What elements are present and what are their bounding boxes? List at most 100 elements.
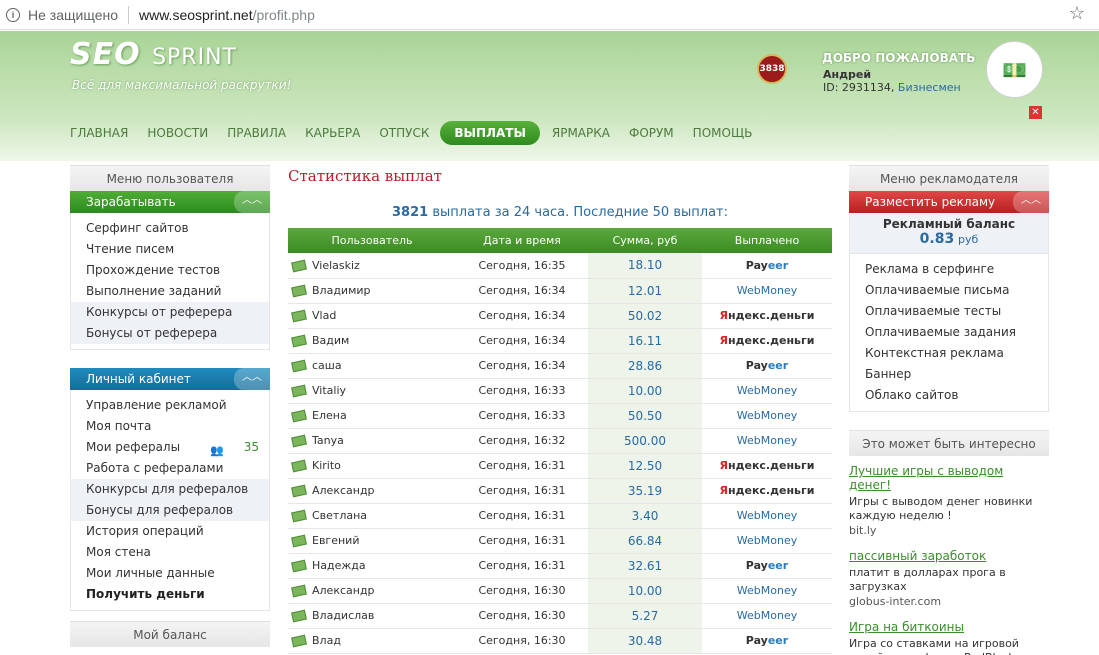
menu-item-my-mail[interactable]: Моя почта	[71, 416, 269, 437]
nav-forum[interactable]: ФОРУМ	[629, 126, 674, 140]
menu-item-referral-contests[interactable]: Конкурсы для рефералов	[71, 479, 269, 500]
cell-user: саша	[288, 353, 456, 379]
url-path[interactable]: /profit.php	[253, 7, 315, 23]
menu-item-wall[interactable]: Моя стена	[71, 542, 269, 563]
chevron-up-icon[interactable]: ︿︿	[234, 191, 270, 213]
menu-item-get-money[interactable]: Получить деньги	[71, 584, 269, 605]
close-icon[interactable]: ✕	[1029, 106, 1042, 119]
cell-sum: 28.86	[588, 353, 702, 379]
main-nav: ГЛАВНАЯ НОВОСТИ ПРАВИЛА КАРЬЕРА ОТПУСК В…	[70, 121, 771, 145]
table-row: Вадим Сегодня, 16:34 16.11 Яндекс.деньги	[288, 328, 832, 354]
ad-title-link[interactable]: Игра на биткоины	[849, 620, 1049, 634]
user-name: Вадим	[312, 334, 350, 347]
cell-sum: 35.19	[588, 478, 702, 504]
payout-count: 3821	[392, 205, 429, 220]
cell-paid: WebMoney	[702, 578, 832, 604]
table-row: Светлана Сегодня, 16:31 3.40 WebMoney	[288, 503, 832, 529]
ad-title-link[interactable]: пассивный заработок	[849, 549, 1049, 563]
chevron-up-icon[interactable]: ︿︿	[234, 368, 270, 390]
payeer-logo: Payeer	[745, 258, 789, 272]
menu-item-paid-tasks[interactable]: Оплачиваемые задания	[850, 322, 1048, 343]
cabinet-section-header[interactable]: Личный кабинет ︿︿	[70, 368, 270, 390]
menu-item-referrer-contests[interactable]: Конкурсы от реферера	[71, 302, 269, 323]
menu-item-personal-data[interactable]: Мои личные данные	[71, 563, 269, 584]
money-icon	[291, 409, 307, 423]
welcome-text: ДОБРО ПОЖАЛОВАТЬ	[822, 51, 976, 65]
cell-sum: 10.00	[588, 578, 702, 604]
nav-rules[interactable]: ПРАВИЛА	[227, 126, 286, 140]
cell-date: Сегодня, 16:32	[456, 428, 588, 454]
menu-item-paid-mail[interactable]: Оплачиваемые письма	[850, 280, 1048, 301]
cell-user: Вадим	[288, 328, 456, 354]
menu-item-history[interactable]: История операций	[71, 521, 269, 542]
table-row: Владимир Сегодня, 16:34 12.01 WebMoney	[288, 278, 832, 304]
earn-section-header[interactable]: Зарабатывать ︿︿	[70, 191, 270, 213]
menu-item-surfing[interactable]: Серфинг сайтов	[71, 218, 269, 239]
page-title: Статистика выплат	[288, 167, 442, 185]
user-menu-title: Меню пользователя	[70, 165, 270, 191]
menu-item-site-cloud[interactable]: Облако сайтов	[850, 385, 1048, 406]
ad-title-link[interactable]: Лучшие игры с выводом денег!	[849, 464, 1049, 492]
ad-balance-unit: руб	[958, 233, 979, 246]
nav-payouts[interactable]: ВЫПЛАТЫ	[440, 121, 540, 145]
cell-user: Светлана	[288, 503, 456, 529]
cell-user: Александр	[288, 478, 456, 504]
nav-vacation[interactable]: ОТПУСК	[379, 126, 429, 140]
cell-user: Tanya	[288, 428, 456, 454]
info-icon[interactable]: i	[6, 7, 20, 22]
user-name: Vlad	[312, 309, 337, 322]
chevron-up-icon[interactable]: ︿︿	[1013, 191, 1049, 213]
ad-description: Игры с выводом денег новинки каждую неде…	[849, 495, 1033, 522]
cell-date: Сегодня, 16:31	[456, 553, 588, 579]
cell-user: Vlad	[288, 303, 456, 329]
menu-item-mail[interactable]: Чтение писем	[71, 239, 269, 260]
nav-news[interactable]: НОВОСТИ	[147, 126, 208, 140]
bookmark-star-icon[interactable]: ☆	[1069, 3, 1085, 24]
browser-address-bar[interactable]: i Не защищено www.seosprint.net/profit.p…	[0, 0, 1099, 30]
yandex-money-logo: Яндекс.деньги	[719, 459, 815, 472]
place-ad-header[interactable]: Разместить рекламу ︿︿	[849, 191, 1049, 213]
menu-item-referral-work[interactable]: Работа с рефералами	[71, 458, 269, 479]
table-row: саша Сегодня, 16:34 28.86 Payeer	[288, 353, 832, 379]
menu-item-ad-management[interactable]: Управление рекламой	[71, 395, 269, 416]
url-host[interactable]: www.seosprint.net	[139, 7, 253, 23]
left-sidebar: Меню пользователя Зарабатывать ︿︿ Серфинг…	[70, 165, 270, 647]
earn-menu: Серфинг сайтов Чтение писем Прохождение …	[70, 213, 270, 350]
site-logo[interactable]: SEO SPRINT	[70, 37, 237, 72]
webmoney-logo: WebMoney	[736, 509, 798, 522]
adv-menu: Реклама в серфинге Оплачиваемые письма О…	[849, 254, 1049, 412]
ad-block: пассивный заработок платит в долларах пр…	[849, 549, 1049, 608]
menu-item-banner[interactable]: Баннер	[850, 364, 1048, 385]
avatar[interactable]: 💵	[986, 41, 1043, 98]
column-header-paid: Выплачено	[702, 228, 832, 253]
menu-item-my-referrals[interactable]: Мои рефералы 👥 35	[71, 437, 269, 458]
menu-item-referral-bonuses[interactable]: Бонусы для рефералов	[71, 500, 269, 521]
payouts-table: Пользователь Дата и время Сумма, руб Вып…	[288, 228, 832, 654]
user-name: Александр	[312, 484, 375, 497]
cell-date: Сегодня, 16:30	[456, 603, 588, 629]
user-status-link[interactable]: Бизнесмен	[898, 81, 961, 94]
menu-item-tasks[interactable]: Выполнение заданий	[71, 281, 269, 302]
cell-paid: WebMoney	[702, 428, 832, 454]
menu-item-tests[interactable]: Прохождение тестов	[71, 260, 269, 281]
ad-description: платит в долларах прога в загрузках	[849, 566, 1006, 593]
nav-home[interactable]: ГЛАВНАЯ	[70, 126, 128, 140]
menu-item-context-ads[interactable]: Контекстная реклама	[850, 343, 1048, 364]
nav-career[interactable]: КАРЬЕРА	[305, 126, 360, 140]
cell-date: Сегодня, 16:30	[456, 578, 588, 604]
cell-sum: 500.00	[588, 428, 702, 454]
webmoney-logo: WebMoney	[736, 434, 798, 447]
cell-user: Александр	[288, 578, 456, 604]
ad-url[interactable]: bit.ly	[849, 524, 1049, 537]
menu-item-surf-ads[interactable]: Реклама в серфинге	[850, 259, 1048, 280]
nav-fair[interactable]: ЯРМАРКА	[552, 126, 610, 140]
menu-item-paid-tests[interactable]: Оплачиваемые тесты	[850, 301, 1048, 322]
money-icon	[291, 284, 307, 298]
cell-paid: Яндекс.деньги	[702, 328, 832, 354]
ad-url[interactable]: globus-inter.com	[849, 595, 1049, 608]
cell-user: Владимир	[288, 278, 456, 304]
menu-item-referrer-bonuses[interactable]: Бонусы от реферера	[71, 323, 269, 344]
rating-badge[interactable]: 3838	[749, 49, 795, 89]
nav-help[interactable]: ПОМОЩЬ	[693, 126, 753, 140]
webmoney-logo: WebMoney	[736, 284, 798, 297]
